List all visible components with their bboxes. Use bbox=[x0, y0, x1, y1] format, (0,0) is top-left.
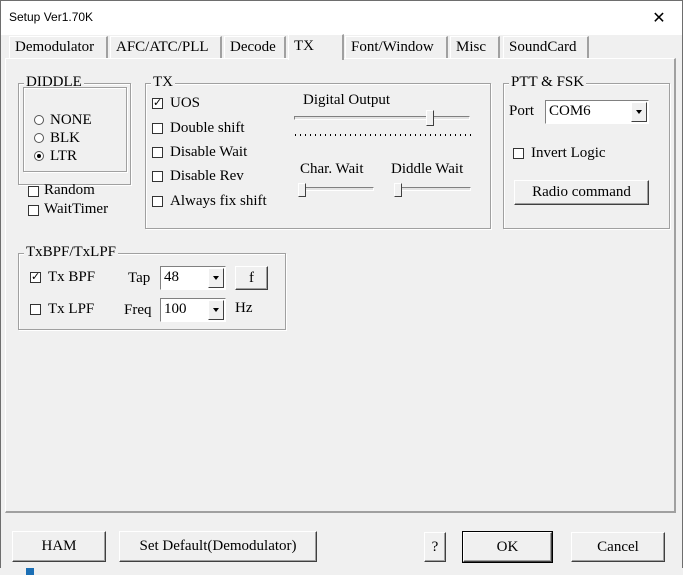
invert-logic-label: Invert Logic bbox=[531, 145, 606, 161]
diddle-ltr-radio[interactable] bbox=[34, 151, 44, 161]
diddle-wait-label: Diddle Wait bbox=[391, 161, 464, 177]
chevron-down-icon[interactable] bbox=[631, 102, 647, 122]
window-title: Setup Ver1.70K bbox=[9, 10, 94, 24]
filter-f-button[interactable]: f bbox=[235, 266, 268, 290]
digital-output-track bbox=[294, 116, 470, 120]
diddle-wait-slider-thumb[interactable] bbox=[394, 183, 402, 197]
tx-bpf-label: Tx BPF bbox=[48, 269, 96, 285]
radio-command-button[interactable]: Radio command bbox=[514, 180, 649, 205]
tx-group-title: TX bbox=[151, 73, 175, 91]
setup-dialog: Setup Ver1.70K ✕ Demodulator AFC/ATC/PLL… bbox=[0, 0, 683, 575]
port-combobox[interactable]: COM6 bbox=[545, 100, 649, 124]
digital-output-ticks bbox=[295, 134, 471, 136]
ok-button[interactable]: OK bbox=[462, 531, 553, 563]
tab-soundcard[interactable]: SoundCard bbox=[503, 36, 589, 58]
radio-selected-dot bbox=[37, 154, 41, 158]
tap-combobox[interactable]: 48 bbox=[160, 266, 226, 290]
disable-rev-checkbox[interactable] bbox=[152, 171, 163, 182]
waittimer-checkbox[interactable] bbox=[28, 205, 39, 216]
tx-lpf-checkbox[interactable] bbox=[30, 304, 41, 315]
background-window-accent bbox=[26, 568, 34, 575]
tab-label: Font/Window bbox=[351, 39, 434, 55]
char-wait-slider-thumb[interactable] bbox=[298, 183, 306, 197]
tap-label: Tap bbox=[128, 270, 151, 286]
invert-logic-checkbox[interactable] bbox=[513, 148, 524, 159]
freq-value: 100 bbox=[164, 301, 187, 317]
tab-tx[interactable]: TX bbox=[288, 34, 344, 60]
diddle-blk-label: BLK bbox=[50, 130, 80, 146]
tab-afc-atc-pll[interactable]: AFC/ATC/PLL bbox=[110, 36, 222, 58]
tab-decode[interactable]: Decode bbox=[224, 36, 286, 58]
set-default-button[interactable]: Set Default(Demodulator) bbox=[119, 531, 317, 562]
tx-lpf-label: Tx LPF bbox=[48, 301, 95, 317]
freq-combobox[interactable]: 100 bbox=[160, 298, 226, 322]
char-wait-label: Char. Wait bbox=[300, 161, 364, 177]
tab-label: SoundCard bbox=[509, 39, 577, 55]
close-icon: ✕ bbox=[652, 8, 666, 27]
txbpf-txlpf-group: TxBPF/TxLPF bbox=[18, 243, 286, 330]
tab-label: Misc bbox=[456, 39, 486, 55]
close-button[interactable]: ✕ bbox=[636, 1, 682, 35]
background-window-edge bbox=[0, 568, 683, 575]
tab-demodulator[interactable]: Demodulator bbox=[9, 36, 108, 58]
chevron-down-icon[interactable] bbox=[208, 300, 224, 320]
diddle-none-label: NONE bbox=[50, 112, 92, 128]
check-mark-icon: ✓ bbox=[153, 96, 163, 109]
tab-label: AFC/ATC/PLL bbox=[116, 39, 209, 55]
title-bar: Setup Ver1.70K ✕ bbox=[1, 1, 682, 35]
tab-panel: DIDDLE NONE BLK LTR Random WaitTimer TX … bbox=[5, 58, 676, 513]
freq-label: Freq bbox=[124, 302, 152, 318]
tab-font-window[interactable]: Font/Window bbox=[345, 36, 448, 58]
uos-checkbox[interactable]: ✓ bbox=[152, 96, 163, 109]
tx-bpf-checkbox[interactable]: ✓ bbox=[30, 270, 41, 283]
always-fix-shift-checkbox[interactable] bbox=[152, 196, 163, 207]
ham-button[interactable]: HAM bbox=[12, 531, 106, 562]
random-checkbox[interactable] bbox=[28, 186, 39, 197]
port-value: COM6 bbox=[549, 103, 591, 119]
cancel-button[interactable]: Cancel bbox=[571, 532, 665, 562]
check-mark-icon: ✓ bbox=[31, 270, 41, 283]
disable-wait-label: Disable Wait bbox=[170, 144, 248, 160]
txbpf-txlpf-group-title: TxBPF/TxLPF bbox=[24, 243, 119, 261]
digital-output-label: Digital Output bbox=[303, 92, 391, 108]
tab-label: Demodulator bbox=[15, 39, 95, 55]
digital-output-slider-thumb[interactable] bbox=[426, 110, 434, 126]
always-fix-shift-label: Always fix shift bbox=[170, 193, 267, 209]
diddle-blk-radio[interactable] bbox=[34, 133, 44, 143]
uos-label: UOS bbox=[170, 95, 201, 111]
tab-misc[interactable]: Misc bbox=[450, 36, 500, 58]
chevron-down-icon[interactable] bbox=[208, 268, 224, 288]
tap-value: 48 bbox=[164, 269, 179, 285]
disable-wait-checkbox[interactable] bbox=[152, 147, 163, 158]
diddle-ltr-label: LTR bbox=[50, 148, 77, 164]
double-shift-label: Double shift bbox=[170, 120, 245, 136]
diddle-wait-track bbox=[394, 187, 471, 191]
waittimer-label: WaitTimer bbox=[44, 201, 109, 217]
tab-label: TX bbox=[294, 38, 314, 54]
port-label: Port bbox=[509, 103, 535, 119]
disable-rev-label: Disable Rev bbox=[170, 168, 244, 184]
tab-label: Decode bbox=[230, 39, 276, 55]
double-shift-checkbox[interactable] bbox=[152, 123, 163, 134]
random-label: Random bbox=[44, 182, 95, 198]
diddle-none-radio[interactable] bbox=[34, 115, 44, 125]
hz-label: Hz bbox=[235, 300, 253, 316]
char-wait-track bbox=[298, 187, 374, 191]
ptt-fsk-group-title: PTT & FSK bbox=[509, 73, 587, 91]
help-button[interactable]: ? bbox=[424, 532, 446, 562]
